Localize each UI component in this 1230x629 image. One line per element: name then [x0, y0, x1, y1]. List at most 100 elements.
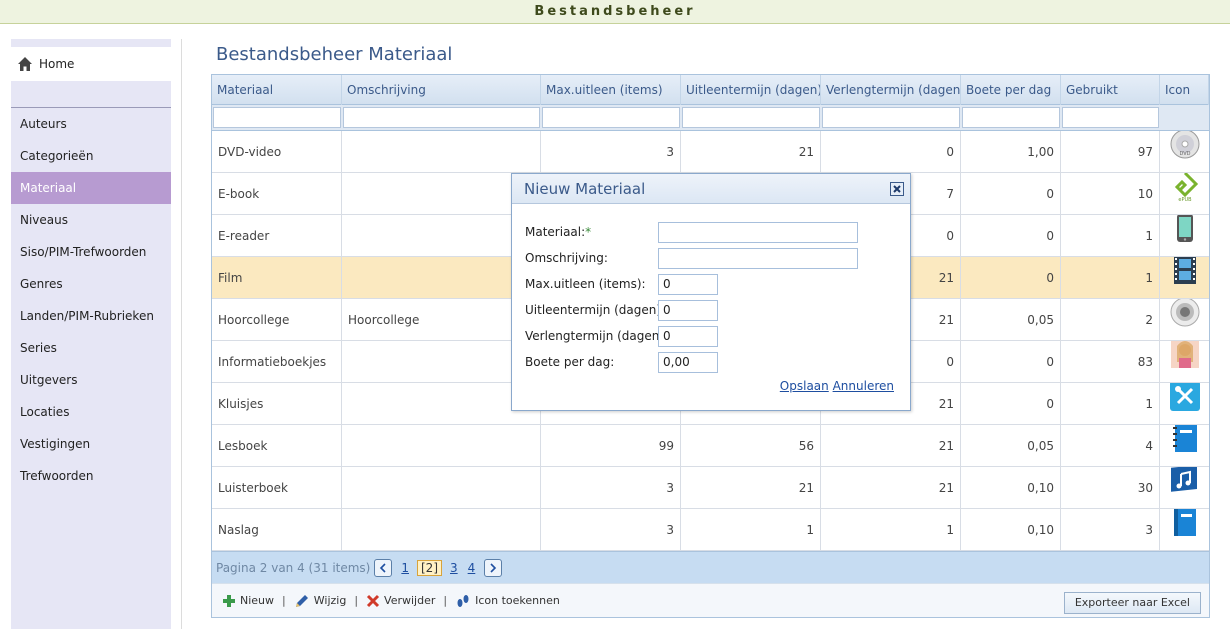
field-label-text: Omschrijving: [525, 251, 608, 265]
field-input[interactable] [658, 222, 858, 243]
sidebar-item-home[interactable]: Home [11, 47, 171, 81]
table-row[interactable]: Naslag 3 1 1 0,10 3 [212, 509, 1209, 551]
sidebar-item-vestigingen[interactable]: Vestigingen [11, 428, 171, 460]
table-cell-gebruikt: 4 [1061, 425, 1160, 467]
page-link[interactable]: 1 [401, 561, 409, 575]
cancel-link[interactable]: Annuleren [833, 379, 894, 393]
dialog-actions: Opslaan Annuleren [780, 379, 894, 393]
page-links: 1 [2] 3 4 [396, 559, 480, 576]
column-header[interactable]: Gebruikt [1061, 75, 1160, 105]
music-icon [1169, 467, 1201, 509]
book-icon [1169, 509, 1201, 551]
column-header[interactable]: Max.uitleen (items) [541, 75, 681, 105]
edit-button[interactable]: Wijzig [294, 593, 347, 609]
table-cell-gebruikt: 83 [1061, 341, 1160, 383]
table-cell-max: 3 [541, 467, 681, 509]
home-icon [18, 57, 32, 71]
sidebar-item-uitgevers[interactable]: Uitgevers [11, 364, 171, 396]
app-title-bar: Bestandsbeheer [0, 0, 1230, 24]
table-cell-materiaal: E-reader [212, 215, 342, 257]
table-row[interactable]: Luisterboek 3 21 21 0,10 30 [212, 467, 1209, 509]
table-cell-materiaal: Film [212, 257, 342, 299]
app-title: Bestandsbeheer [534, 4, 696, 19]
field-label: Max.uitleen (items): [525, 277, 646, 291]
dvd-icon: DVD [1169, 131, 1201, 173]
page-link[interactable]: [2] [417, 559, 442, 576]
field-input[interactable] [658, 248, 858, 269]
table-cell-gebruikt: 1 [1061, 257, 1160, 299]
sidebar-item-auteurs[interactable]: Auteurs [11, 108, 171, 140]
table-cell-verleng: 0 [821, 131, 961, 173]
table-cell-gebruikt: 1 [1061, 215, 1160, 257]
delete-button-label: Verwijder [384, 594, 436, 607]
delete-button[interactable]: Verwijder [366, 594, 435, 608]
column-header[interactable]: Verlengtermijn (dagen) [821, 75, 961, 105]
sidebar-menu: Auteurs Categorieën Materiaal Niveaus Siso/P… [11, 108, 171, 492]
edit-button-label: Wijzig [313, 594, 347, 607]
assign-icon-label: Icon toekennen [475, 594, 560, 607]
filter-input[interactable] [213, 107, 341, 128]
table-row[interactable]: DVD-video 3 21 0 1,00 97 DVD [212, 131, 1209, 173]
sidebar-item-locaties[interactable]: Locaties [11, 396, 171, 428]
field-input[interactable]: 0,00 [658, 352, 718, 373]
svg-text:ePUB: ePUB [1178, 197, 1192, 202]
required-asterisk: * [585, 225, 592, 239]
table-cell-boete: 0,05 [961, 425, 1061, 467]
icon-cell: ePUB [1160, 173, 1209, 215]
field-input[interactable]: 0 [658, 274, 718, 295]
new-button[interactable]: Nieuw [222, 594, 274, 608]
column-header[interactable]: Boete per dag [961, 75, 1061, 105]
table-cell-materiaal: E-book [212, 173, 342, 215]
filter-input[interactable] [1062, 107, 1159, 128]
svg-text:DVD: DVD [1179, 151, 1190, 157]
field-input[interactable]: 0 [658, 326, 718, 347]
table-cell-omschrijving [342, 509, 541, 551]
filter-input[interactable] [542, 107, 680, 128]
column-header[interactable]: Omschrijving [342, 75, 541, 105]
table-cell-boete: 0 [961, 173, 1061, 215]
table-row[interactable]: Lesboek 99 56 21 0,05 4 [212, 425, 1209, 467]
page-link[interactable]: 3 [450, 561, 458, 575]
field-label: Uitleentermijn (dagen): [525, 303, 665, 317]
table-cell-max: 3 [541, 509, 681, 551]
field-input[interactable]: 0 [658, 300, 718, 321]
filter-input[interactable] [822, 107, 960, 128]
assign-icon-button[interactable]: Icon toekennen [455, 593, 560, 609]
sidebar-item-niveaus[interactable]: Niveaus [11, 204, 171, 236]
epub-icon: ePUB [1169, 173, 1201, 215]
table-cell-materiaal: Luisterboek [212, 467, 342, 509]
table-cell-omschrijving [342, 467, 541, 509]
column-header[interactable]: Icon [1160, 75, 1209, 105]
plus-icon [223, 594, 235, 607]
sidebar-item-trefwoorden[interactable]: Trefwoorden [11, 460, 171, 492]
filter-input[interactable] [962, 107, 1060, 128]
page-link[interactable]: 4 [468, 561, 476, 575]
export-excel-button[interactable]: Exporteer naar Excel [1063, 592, 1201, 614]
sidebar-item-genres[interactable]: Genres [11, 268, 171, 300]
field-label: Verlengtermijn (dagen): [525, 329, 668, 343]
sidebar-item-landen-pim-rubrieken[interactable]: Landen/PIM-Rubrieken [11, 300, 171, 332]
table-cell-materiaal: DVD-video [212, 131, 342, 173]
new-button-label: Nieuw [240, 594, 275, 607]
table-cell-omschrijving [342, 131, 541, 173]
prev-page-button[interactable] [374, 558, 393, 577]
sidebar-item-categorie-n[interactable]: Categorieën [11, 140, 171, 172]
column-header[interactable]: Materiaal [212, 75, 342, 105]
phone-icon [1169, 215, 1201, 257]
field-label-text: Materiaal: [525, 225, 586, 239]
sidebar-item-label: Home [39, 57, 75, 71]
table-cell-materiaal: Naslag [212, 509, 342, 551]
sidebar-item-siso-pim-trefwoorden[interactable]: Siso/PIM-Trefwoorden [11, 236, 171, 268]
dialog-close-button[interactable] [890, 182, 904, 196]
table-cell-max: 99 [541, 425, 681, 467]
dialog-title: Nieuw Materiaal [524, 179, 646, 198]
next-page-button[interactable] [484, 558, 503, 577]
filter-input[interactable] [343, 107, 540, 128]
table-cell-verleng: 21 [821, 425, 961, 467]
sidebar-item-materiaal[interactable]: Materiaal [11, 172, 171, 204]
chevron-left-icon [380, 562, 386, 573]
sidebar-item-series[interactable]: Series [11, 332, 171, 364]
save-link[interactable]: Opslaan [780, 379, 829, 393]
filter-input[interactable] [682, 107, 820, 128]
column-header[interactable]: Uitleentermijn (dagen) [681, 75, 821, 105]
